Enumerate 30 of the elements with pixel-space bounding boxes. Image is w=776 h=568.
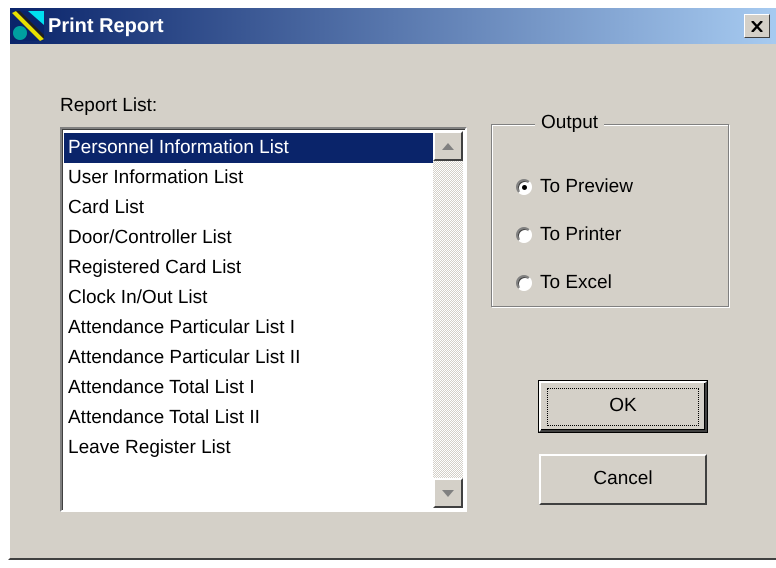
radio-button[interactable] [516, 227, 532, 243]
list-item[interactable]: Personnel Information List [64, 133, 433, 163]
scrollbar[interactable] [433, 131, 463, 508]
list-item[interactable]: Attendance Particular List II [64, 343, 433, 373]
list-item[interactable]: Registered Card List [64, 253, 433, 283]
list-label: Report List: [60, 95, 158, 117]
radio-label[interactable]: To Excel [540, 268, 612, 298]
radio-button[interactable] [516, 179, 532, 195]
window-title: Print Report [48, 14, 164, 39]
list-item[interactable]: Attendance Particular List I [64, 313, 433, 343]
list-item[interactable]: Leave Register List [64, 433, 433, 463]
app-icon [12, 11, 44, 41]
close-icon [751, 20, 763, 32]
scroll-down-button[interactable] [433, 478, 463, 508]
radio-label[interactable]: To Preview [540, 172, 633, 202]
up-arrow-icon [442, 142, 454, 150]
list-item[interactable]: Clock In/Out List [64, 283, 433, 313]
list-item[interactable]: Attendance Total List I [64, 373, 433, 403]
close-button[interactable] [744, 14, 770, 38]
dialog-button[interactable]: OK [539, 381, 707, 432]
dialog-button[interactable]: Cancel [539, 454, 707, 505]
radio-button[interactable] [516, 275, 532, 291]
list-item[interactable]: Card List [64, 193, 433, 223]
list-item[interactable]: User Information List [64, 163, 433, 193]
report-list[interactable] [60, 127, 467, 512]
scroll-up-button[interactable] [433, 131, 463, 161]
list-item[interactable]: Door/Controller List [64, 223, 433, 253]
list-item[interactable]: Attendance Total List II [64, 403, 433, 433]
radio-label[interactable]: To Printer [540, 220, 622, 250]
down-arrow-icon [442, 490, 454, 496]
